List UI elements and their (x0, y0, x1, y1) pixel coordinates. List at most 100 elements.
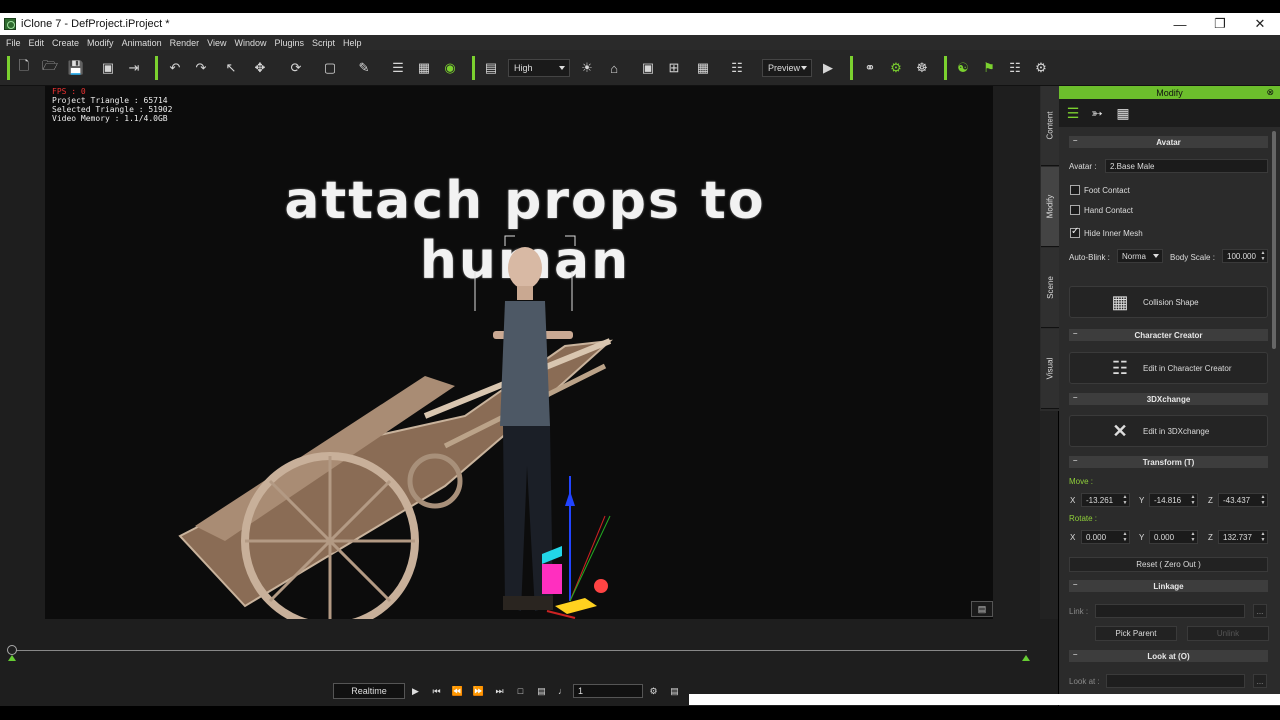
edit-in-3dxchange-button[interactable]: ✕ Edit in 3DXchange (1069, 415, 1268, 447)
sliders-icon[interactable]: ☰ (1063, 103, 1083, 123)
physics-icon[interactable]: ☸ (913, 59, 931, 77)
save-icon[interactable]: 💾 (67, 59, 85, 77)
menu-animation[interactable]: Animation (118, 38, 166, 48)
import-icon[interactable]: ▣ (99, 59, 117, 77)
light-icon[interactable]: ☀ (578, 59, 596, 77)
subtitle-icon[interactable]: ▤ (664, 683, 685, 699)
align-icon[interactable]: ☰ (389, 59, 407, 77)
frame-all-icon[interactable]: ⊞ (665, 59, 683, 77)
new-file-icon[interactable]: 🗋 (15, 58, 33, 77)
realtime-mode-button[interactable]: Realtime (333, 683, 405, 699)
reset-zero-out-button[interactable]: Reset ( Zero Out ) (1069, 557, 1268, 572)
menu-modify[interactable]: Modify (83, 38, 118, 48)
menu-edit[interactable]: Edit (25, 38, 49, 48)
select-arrow-icon[interactable]: ↖ (222, 59, 240, 77)
unlink-button[interactable]: Unlink (1187, 626, 1269, 641)
pick-tool-icon[interactable]: ✎ (355, 59, 373, 77)
start-flag-icon[interactable] (8, 655, 16, 661)
spinner-icon[interactable]: ▲ ▼ (1189, 531, 1197, 543)
menu-create[interactable]: Create (48, 38, 83, 48)
export-icon[interactable]: ⇥ (125, 59, 143, 77)
close-icon[interactable]: ✕ (1240, 13, 1280, 35)
link-target-field[interactable] (1095, 604, 1245, 618)
edit-in-character-creator-button[interactable]: ☷ Edit in Character Creator (1069, 352, 1268, 384)
tab-content[interactable]: Content (1041, 86, 1059, 166)
rotate-gizmo-icon[interactable]: ⟳ (287, 59, 305, 77)
script-tool-icon[interactable]: ⚙ (1032, 59, 1050, 77)
frame-number-input[interactable]: 1 (573, 684, 643, 698)
3d-viewport[interactable]: FPS : 0 Project Triangle : 65714 Selecte… (45, 86, 993, 619)
spinner-icon[interactable]: ▲ ▼ (1121, 531, 1129, 543)
panel-scrollbar[interactable] (1272, 131, 1276, 349)
link-browse-button[interactable]: ... (1253, 604, 1267, 618)
hand-contact-checkbox[interactable] (1070, 205, 1080, 215)
snap-icon[interactable]: ▦ (415, 59, 433, 77)
skip-to-end-icon[interactable]: ⏭ (489, 683, 510, 699)
preview-dropdown[interactable]: Preview (762, 59, 812, 77)
sound-icon[interactable]: ▤ (531, 683, 552, 699)
move-x-input[interactable]: -13.261 ▲ ▼ (1081, 493, 1130, 507)
hide-inner-mesh-checkbox[interactable] (1070, 226, 1080, 238)
rotate-z-input[interactable]: 132.737 ▲ ▼ (1218, 530, 1268, 544)
rotate-y-input[interactable]: 0.000 ▲ ▼ (1149, 530, 1198, 544)
foot-contact-checkbox[interactable] (1070, 185, 1080, 195)
body-scale-input[interactable]: 100.000 ▲ ▼ (1222, 249, 1268, 263)
layout-icon[interactable]: ☷ (728, 59, 746, 77)
move-y-input[interactable]: -14.816 ▲ ▼ (1149, 493, 1198, 507)
previous-frame-icon[interactable]: ⏪ (447, 683, 468, 699)
spinner-icon[interactable]: ▲ ▼ (1259, 531, 1267, 543)
home-camera-icon[interactable]: ⌂ (605, 59, 623, 77)
close-panel-icon[interactable]: ⊗ (1266, 87, 1274, 98)
spinner-icon[interactable]: ▲ ▼ (1189, 494, 1197, 506)
video-camera-icon[interactable]: ▶ (819, 59, 837, 77)
section-transform[interactable]: – Transform (T) (1069, 456, 1268, 468)
menu-script[interactable]: Script (308, 38, 339, 48)
grid-icon[interactable]: ▦ (694, 59, 712, 77)
timeline-icon[interactable]: ⚭ (861, 59, 879, 77)
section-linkage[interactable]: – Linkage (1069, 580, 1268, 592)
tab-modify[interactable]: Modify (1041, 167, 1059, 247)
viewport-options-button[interactable]: ▤ (971, 601, 993, 617)
look-at-browse-button[interactable]: ... (1253, 674, 1267, 688)
settings-icon[interactable]: ⚙ (643, 683, 664, 699)
menu-window[interactable]: Window (230, 38, 270, 48)
collision-shape-button[interactable]: ▦ Collision Shape (1069, 286, 1268, 318)
menu-view[interactable]: View (203, 38, 230, 48)
rotate-x-input[interactable]: 0.000 ▲ ▼ (1081, 530, 1130, 544)
open-folder-icon[interactable]: 🗁 (41, 58, 59, 77)
timeline-playhead[interactable] (7, 645, 17, 655)
timeline-track[interactable] (12, 650, 1027, 651)
look-at-target-field[interactable] (1106, 674, 1245, 688)
motion-icon[interactable]: ⚙ (887, 59, 905, 77)
end-flag-icon[interactable] (1022, 655, 1030, 661)
section-avatar[interactable]: – Avatar (1069, 136, 1268, 148)
frame-selected-icon[interactable]: ▣ (639, 59, 657, 77)
loop-icon[interactable]: □ (510, 683, 531, 699)
menu-help[interactable]: Help (339, 38, 366, 48)
spinner-icon[interactable]: ▲ ▼ (1259, 250, 1267, 262)
move-gizmo-icon[interactable]: ✥ (251, 59, 269, 77)
tab-scene[interactable]: Scene (1041, 248, 1059, 328)
move-z-input[interactable]: -43.437 ▲ ▼ (1218, 493, 1268, 507)
skip-to-start-icon[interactable]: ⏮ (426, 683, 447, 699)
render-quality-dropdown[interactable]: High (508, 59, 570, 77)
tab-visual[interactable]: Visual (1041, 329, 1059, 409)
spinner-icon[interactable]: ▲ ▼ (1121, 494, 1129, 506)
avatar-name-field[interactable]: 2.Base Male (1105, 159, 1268, 173)
section-character-creator[interactable]: – Character Creator (1069, 329, 1268, 341)
clipboard-icon[interactable]: ☷ (1006, 59, 1024, 77)
material-checker-icon[interactable]: ▦ (1113, 103, 1133, 123)
play-icon[interactable]: ▶ (405, 683, 426, 699)
undo-icon[interactable]: ↶ (166, 59, 184, 77)
auto-blink-dropdown[interactable]: Norma (1117, 249, 1163, 263)
next-frame-icon[interactable]: ⏩ (468, 683, 489, 699)
music-note-icon[interactable]: ♩ (552, 683, 573, 699)
menu-plugins[interactable]: Plugins (271, 38, 309, 48)
display-mode-icon[interactable]: ▤ (482, 59, 500, 77)
redo-icon[interactable]: ↷ (192, 59, 210, 77)
scale-gizmo-icon[interactable]: ▢ (321, 59, 339, 77)
menu-render[interactable]: Render (166, 38, 204, 48)
spinner-icon[interactable]: ▲ ▼ (1259, 494, 1267, 506)
flag-icon[interactable]: ⚑ (980, 59, 998, 77)
motion-pose-icon[interactable]: ➳ (1087, 103, 1107, 123)
